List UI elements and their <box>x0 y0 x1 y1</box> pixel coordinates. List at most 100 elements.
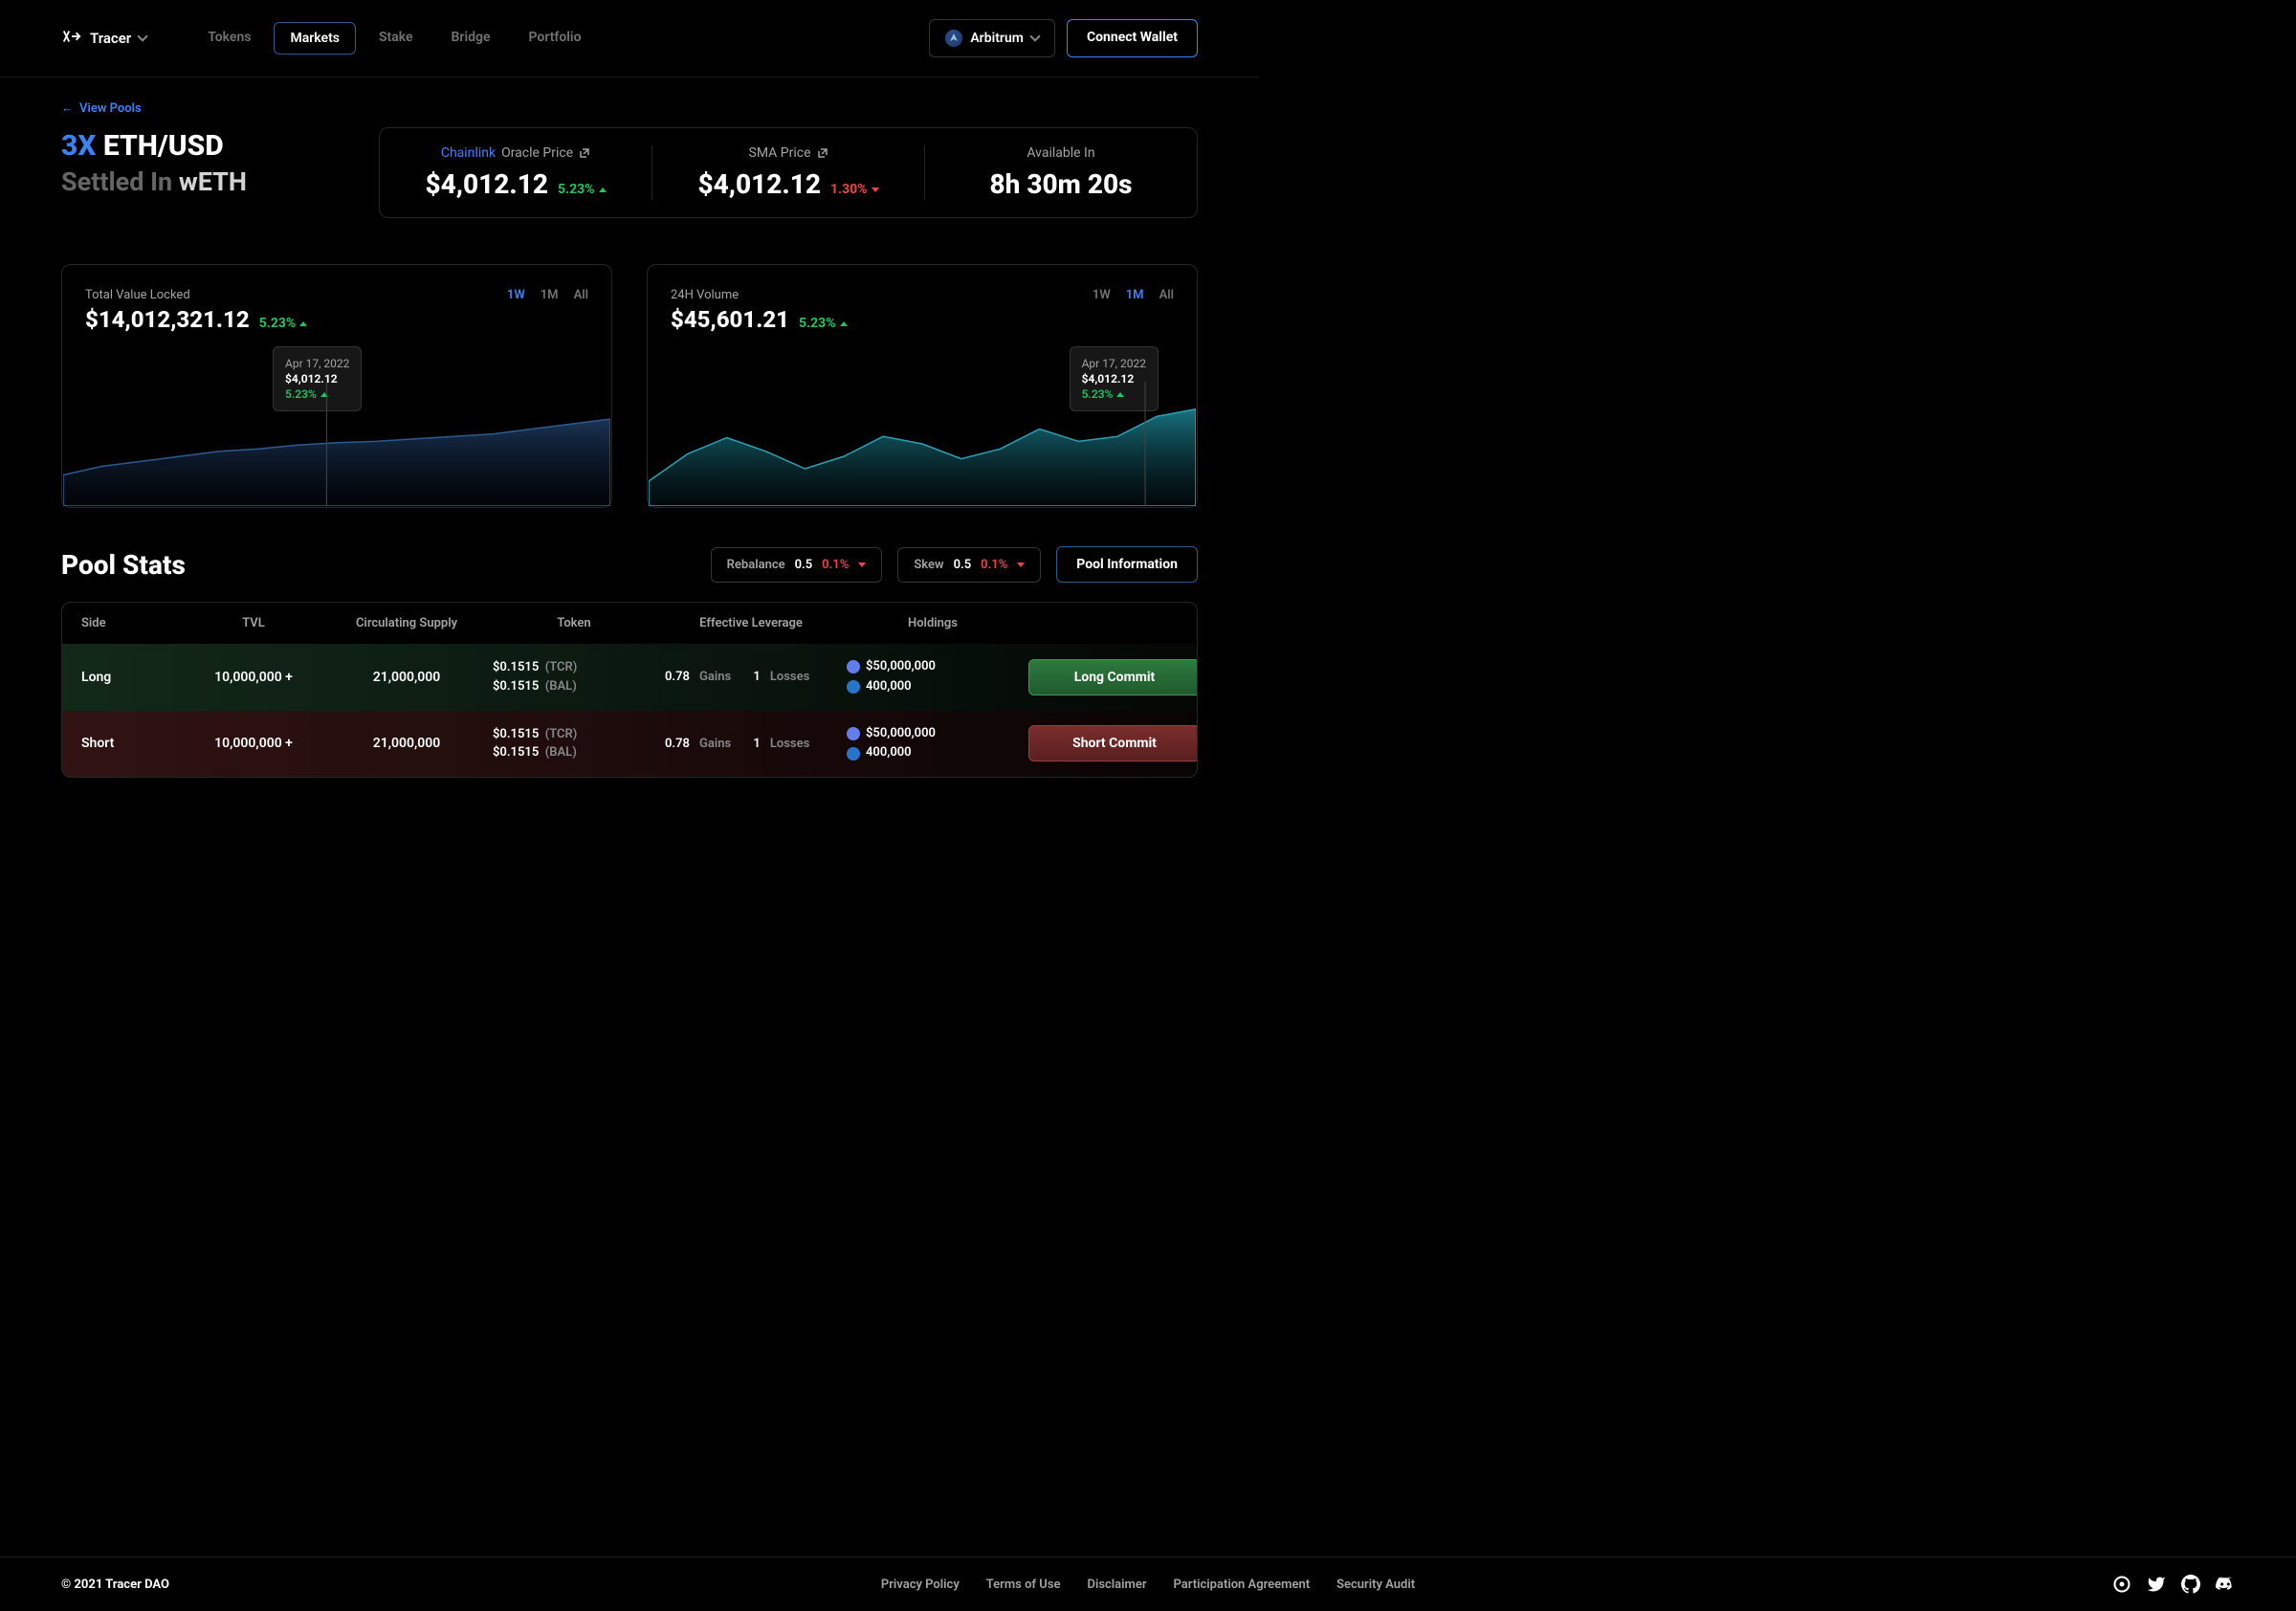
volume-tab-1w[interactable]: 1W <box>1093 288 1111 302</box>
cell-supply: 21,000,000 <box>330 670 483 685</box>
table-row: Long 10,000,000 + 21,000,000 $0.1515 (TC… <box>62 644 1197 711</box>
pool-info-button[interactable]: Pool Information <box>1056 546 1198 583</box>
sma-label: SMA Price <box>749 145 811 161</box>
available-label: Available In <box>1027 145 1094 161</box>
cell-side: Long <box>81 670 177 685</box>
oracle-price-stat: Chainlink Oracle Price $4,012.12 5.23% <box>380 145 652 200</box>
cell-tvl: 10,000,000 + <box>187 670 320 685</box>
brand-name: Tracer <box>90 30 131 47</box>
col-holdings: Holdings <box>847 616 1019 630</box>
col-leverage: Effective Leverage <box>665 616 837 630</box>
external-link-icon[interactable] <box>817 147 828 159</box>
footer-links: Privacy Policy Terms of Use Disclaimer P… <box>881 1578 1415 1592</box>
discourse-icon[interactable] <box>2112 1575 2131 1594</box>
back-link[interactable]: ← View Pools <box>61 100 1198 116</box>
cell-tvl: 10,000,000 + <box>187 736 320 751</box>
discord-icon[interactable] <box>2216 1575 2235 1594</box>
volume-label: 24H Volume <box>671 288 848 302</box>
cell-token: $0.1515 (TCR)$0.1515 (BAL) <box>493 725 655 762</box>
arrow-down-icon <box>1017 563 1025 567</box>
tvl-chart <box>63 382 610 506</box>
connect-wallet-button[interactable]: Connect Wallet <box>1067 19 1198 57</box>
tooltip-date: Apr 17, 2022 <box>285 357 349 370</box>
tracer-logo-icon <box>61 26 82 51</box>
multiplier: 3X <box>61 129 96 163</box>
table-header: Side TVL Circulating Supply Token Effect… <box>62 603 1197 644</box>
pool-stats-table: Side TVL Circulating Supply Token Effect… <box>61 602 1198 778</box>
footer-audit[interactable]: Security Audit <box>1336 1578 1415 1592</box>
github-icon[interactable] <box>2181 1575 2200 1594</box>
network-name: Arbitrum <box>970 31 1024 46</box>
oracle-price-change: 5.23% <box>558 182 607 197</box>
col-tvl: TVL <box>187 616 320 630</box>
chevron-down-icon <box>1029 31 1040 41</box>
volume-value: $45,601.21 <box>671 306 789 333</box>
logo[interactable]: Tracer <box>61 26 146 51</box>
volume-range-tabs: 1W 1M All <box>1093 288 1174 302</box>
tvl-value: $14,012,321.12 <box>85 306 250 333</box>
short-commit-button[interactable]: Short Commit <box>1028 725 1198 761</box>
tvl-range-tabs: 1W 1M All <box>507 288 588 302</box>
oracle-provider[interactable]: Chainlink <box>441 145 496 161</box>
usdc-icon <box>847 747 860 761</box>
nav-portfolio[interactable]: Portfolio <box>514 22 597 55</box>
long-commit-button[interactable]: Long Commit <box>1028 659 1198 695</box>
main-nav: Tokens Markets Stake Bridge Portfolio <box>192 22 596 55</box>
cell-leverage: 0.78Gains 1Losses <box>665 737 837 751</box>
arrow-left-icon: ← <box>61 100 74 116</box>
footer-terms[interactable]: Terms of Use <box>986 1578 1061 1592</box>
tvl-chart-card: Total Value Locked $14,012,321.12 5.23% … <box>61 264 612 508</box>
footer-copyright: © 2021 Tracer DAO <box>61 1578 169 1592</box>
tvl-change: 5.23% <box>259 316 308 331</box>
cell-token: $0.1515 (TCR)$0.1515 (BAL) <box>493 658 655 695</box>
table-row: Short 10,000,000 + 21,000,000 $0.1515 (T… <box>62 711 1197 778</box>
nav-tokens[interactable]: Tokens <box>192 22 266 55</box>
nav-stake[interactable]: Stake <box>364 22 429 55</box>
footer-participation[interactable]: Participation Agreement <box>1174 1578 1311 1592</box>
twitter-icon[interactable] <box>2147 1575 2166 1594</box>
nav-markets[interactable]: Markets <box>274 22 356 55</box>
pool-title: 3X ETH/USD <box>61 127 348 165</box>
footer-disclaimer[interactable]: Disclaimer <box>1087 1578 1146 1592</box>
available-in-stat: Available In 8h 30m 20s <box>925 145 1197 200</box>
usdc-icon <box>847 680 860 694</box>
pair: ETH/USD <box>103 129 224 163</box>
volume-chart-card: 24H Volume $45,601.21 5.23% 1W 1M All Ap… <box>647 264 1198 508</box>
network-selector[interactable]: Arbitrum <box>929 19 1055 57</box>
sma-price-change: 1.30% <box>830 182 879 197</box>
cell-side: Short <box>81 736 177 751</box>
volume-change: 5.23% <box>799 316 848 331</box>
oracle-price-value: $4,012.12 <box>425 168 548 200</box>
volume-chart <box>649 382 1196 506</box>
tvl-label: Total Value Locked <box>85 288 307 302</box>
oracle-label: Oracle Price <box>501 145 573 161</box>
rebalance-pill[interactable]: Rebalance 0.5 0.1% <box>711 547 883 583</box>
settled-asset: wETH <box>179 166 247 197</box>
cell-holdings: $50,000,000400,000 <box>847 724 1019 764</box>
footer-privacy[interactable]: Privacy Policy <box>881 1578 960 1592</box>
external-link-icon[interactable] <box>579 147 590 159</box>
cell-leverage: 0.78Gains 1Losses <box>665 670 837 684</box>
back-link-label: View Pools <box>79 101 142 116</box>
price-stats: Chainlink Oracle Price $4,012.12 5.23% S… <box>379 127 1198 218</box>
volume-tab-all[interactable]: All <box>1159 288 1174 302</box>
skew-pill[interactable]: Skew 0.5 0.1% <box>897 547 1041 583</box>
pool-stats-title: Pool Stats <box>61 549 695 581</box>
eth-icon <box>847 660 860 673</box>
nav-bridge[interactable]: Bridge <box>436 22 506 55</box>
col-token: Token <box>493 616 655 630</box>
settled-in: Settled In wETH <box>61 166 348 197</box>
settled-label: Settled In <box>61 166 172 197</box>
sma-price-value: $4,012.12 <box>697 168 821 200</box>
cell-holdings: $50,000,000400,000 <box>847 657 1019 697</box>
arbitrum-icon <box>945 30 962 47</box>
sma-price-stat: SMA Price $4,012.12 1.30% <box>652 145 925 200</box>
volume-tab-1m[interactable]: 1M <box>1126 288 1144 302</box>
tvl-tab-1w[interactable]: 1W <box>507 288 525 302</box>
available-value: 8h 30m 20s <box>990 168 1133 200</box>
tvl-tab-all[interactable]: All <box>574 288 588 302</box>
tvl-tab-1m[interactable]: 1M <box>541 288 559 302</box>
cell-supply: 21,000,000 <box>330 736 483 751</box>
col-side: Side <box>81 616 177 630</box>
arrow-down-icon <box>858 563 866 567</box>
